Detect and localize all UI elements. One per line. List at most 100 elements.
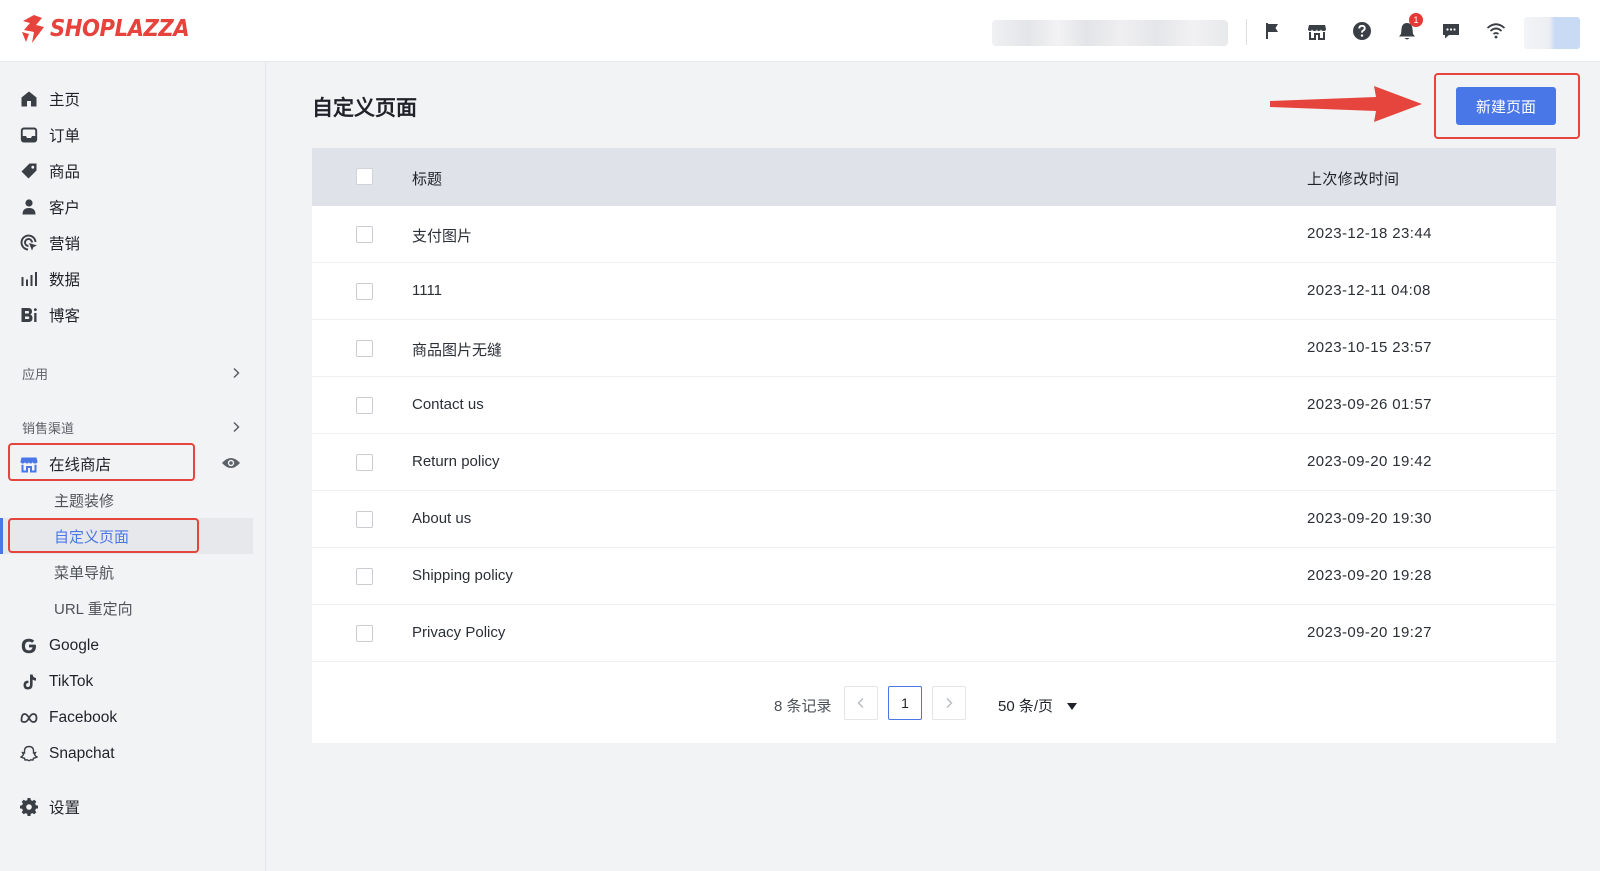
modified-time-cell: 2023-10-15 23:57 (1307, 339, 1432, 356)
page-title-cell[interactable]: 商品图片无缝 (412, 339, 502, 360)
row-checkbox[interactable] (356, 397, 373, 414)
page-title-cell[interactable]: Shipping policy (412, 567, 513, 584)
page-title-cell[interactable]: 支付图片 (412, 225, 472, 246)
top-bar: SHOPLAZZA 1 (0, 0, 1600, 62)
person-icon (22, 199, 36, 215)
prev-page-button[interactable] (844, 686, 878, 720)
sidebar-item-customers[interactable]: 客户 (20, 192, 80, 222)
sidebar-item-label: 主页 (49, 92, 81, 109)
sidebar-item-tiktok[interactable]: TikTok (20, 667, 93, 697)
table-row[interactable]: Shipping policy 2023-09-20 19:28 (312, 548, 1556, 605)
sidebar-subitem-url-redirect[interactable]: URL 重定向 (54, 593, 133, 623)
column-header-modified[interactable]: 上次修改时间 (1307, 168, 1399, 189)
shoplazza-logo-mark-icon (22, 15, 44, 43)
sidebar-section-channels[interactable]: 销售渠道 (22, 418, 74, 437)
sidebar-item-label: 设置 (49, 800, 81, 817)
sidebar-item-label: Facebook (49, 709, 118, 726)
chevron-left-icon (857, 698, 864, 708)
tag-icon (21, 163, 37, 179)
help-icon[interactable] (1351, 20, 1373, 42)
store-selector[interactable] (992, 20, 1228, 46)
table-row[interactable]: About us 2023-09-20 19:30 (312, 491, 1556, 548)
page-number-button[interactable]: 1 (888, 686, 922, 720)
modified-time-cell: 2023-12-11 04:08 (1307, 282, 1431, 299)
sidebar-item-snapchat[interactable]: Snapchat (20, 739, 115, 769)
chevron-right-icon[interactable] (230, 421, 242, 433)
sidebar-item-blog[interactable]: 博客 (20, 300, 80, 330)
column-header-title[interactable]: 标题 (412, 168, 442, 189)
sidebar-section-apps[interactable]: 应用 (22, 364, 48, 383)
row-checkbox[interactable] (356, 511, 373, 528)
store-icon[interactable] (1306, 20, 1328, 42)
table-row[interactable]: 支付图片 2023-12-18 23:44 (312, 206, 1556, 263)
row-checkbox[interactable] (356, 226, 373, 243)
sidebar-item-home[interactable]: 主页 (20, 84, 80, 114)
table-header: 标题 上次修改时间 (312, 148, 1556, 206)
row-checkbox[interactable] (356, 454, 373, 471)
eye-icon[interactable] (221, 456, 241, 470)
active-item-indicator (0, 518, 3, 554)
modified-time-cell: 2023-09-26 01:57 (1307, 396, 1432, 413)
highlight-box-custom-pages (8, 518, 199, 553)
marketing-icon (20, 234, 37, 251)
row-checkbox[interactable] (356, 625, 373, 642)
sidebar-item-label: 营销 (49, 236, 81, 253)
topbar-divider (1246, 19, 1247, 45)
sidebar-item-label: 商品 (49, 164, 81, 181)
sidebar-subitem-menu-navigation[interactable]: 菜单导航 (54, 557, 114, 587)
row-checkbox[interactable] (356, 283, 373, 300)
page-size-select[interactable]: 50 条/页 (998, 695, 1078, 716)
page-title-cell[interactable]: Contact us (412, 396, 484, 413)
table-row[interactable]: 1111 2023-12-11 04:08 (312, 263, 1556, 320)
sidebar-item-label: 博客 (49, 308, 81, 325)
tiktok-icon (23, 674, 36, 690)
sidebar-item-facebook[interactable]: Facebook (20, 703, 117, 733)
home-icon (21, 91, 37, 107)
sidebar-item-orders[interactable]: 订单 (20, 120, 80, 150)
avatar[interactable] (1524, 17, 1580, 49)
page-title: 自定义页面 (312, 97, 417, 120)
sidebar-item-label: Google (49, 637, 99, 654)
message-icon[interactable] (1440, 20, 1462, 42)
notification-badge: 1 (1409, 13, 1423, 27)
sidebar-item-label: 数据 (49, 272, 81, 289)
sidebar-item-products[interactable]: 商品 (20, 156, 80, 186)
brand-name: SHOPLAZZA (50, 16, 190, 42)
table-row[interactable]: Return policy 2023-09-20 19:42 (312, 434, 1556, 491)
google-icon (21, 638, 36, 654)
annotation-arrow (1270, 86, 1422, 122)
caret-down-icon (1067, 703, 1078, 710)
select-all-checkbox[interactable] (356, 168, 373, 185)
sidebar-item-google[interactable]: Google (20, 631, 99, 661)
sidebar-item-marketing[interactable]: 营销 (20, 228, 80, 258)
row-checkbox[interactable] (356, 340, 373, 357)
chevron-right-icon[interactable] (230, 367, 242, 379)
page-size-value: 50 条/页 (998, 698, 1054, 715)
inbox-icon (20, 127, 38, 143)
table-row[interactable]: Privacy Policy 2023-09-20 19:27 (312, 605, 1556, 662)
page-title-cell[interactable]: 1111 (412, 282, 442, 299)
page-title-cell[interactable]: Return policy (412, 453, 500, 470)
modified-time-cell: 2023-09-20 19:28 (1307, 567, 1432, 584)
page-title-cell[interactable]: About us (412, 510, 471, 527)
sidebar-item-label: 订单 (49, 128, 81, 145)
sidebar-item-settings[interactable]: 设置 (20, 792, 80, 822)
modified-time-cell: 2023-09-20 19:27 (1307, 624, 1432, 641)
flag-icon[interactable] (1262, 20, 1284, 42)
sidebar-subitem-theme[interactable]: 主题装修 (54, 485, 114, 515)
table-row[interactable]: Contact us 2023-09-26 01:57 (312, 377, 1556, 434)
page-title-cell[interactable]: Privacy Policy (412, 624, 505, 641)
pagination: 8 条记录 1 50 条/页 (312, 684, 1556, 724)
shoplazza-logo[interactable]: SHOPLAZZA (20, 14, 201, 44)
next-page-button[interactable] (932, 686, 966, 720)
blog-icon (21, 308, 37, 322)
highlight-box-new-page (1434, 73, 1580, 139)
pages-table: 标题 上次修改时间 支付图片 2023-12-18 23:44 1111 202… (312, 148, 1556, 743)
wifi-icon[interactable] (1485, 20, 1507, 42)
modified-time-cell: 2023-09-20 19:30 (1307, 510, 1432, 527)
sidebar-item-analytics[interactable]: 数据 (20, 264, 80, 294)
table-row[interactable]: 商品图片无缝 2023-10-15 23:57 (312, 320, 1556, 377)
highlight-box-online-store (8, 443, 195, 481)
meta-icon (20, 713, 38, 723)
row-checkbox[interactable] (356, 568, 373, 585)
